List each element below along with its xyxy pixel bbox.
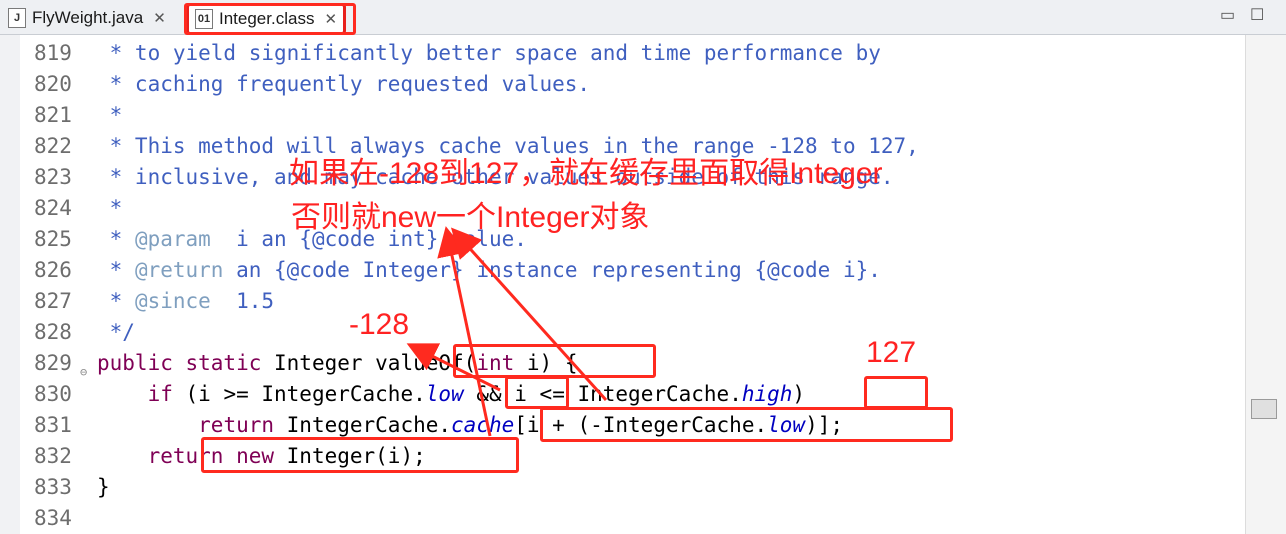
annotation-main-line2: 否则就new一个Integer对象 bbox=[291, 201, 650, 234]
annotation-high-value: 127 bbox=[866, 336, 917, 369]
annotation-low-value: -128 bbox=[349, 308, 410, 341]
annotation-main-line1: 如果在-128到127，就在缓存里面取得Integer bbox=[289, 157, 883, 190]
annotation-arrows bbox=[406, 226, 608, 437]
